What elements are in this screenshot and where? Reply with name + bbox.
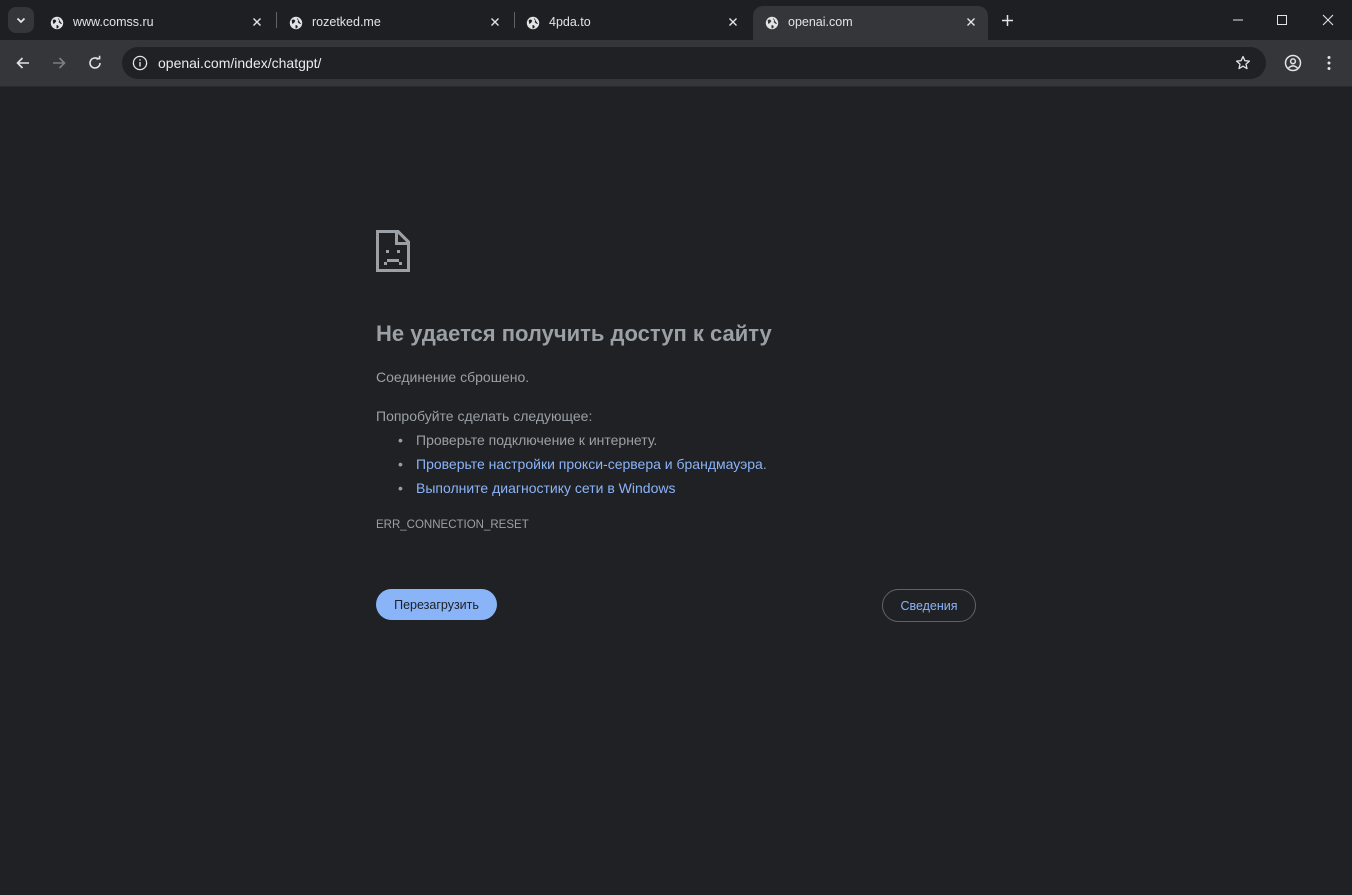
minimize-button[interactable] [1226,8,1250,32]
site-info-button[interactable] [130,53,150,73]
suggestion-proxy-period: . [762,456,767,472]
star-icon [1235,55,1251,70]
globe-icon [289,16,303,30]
tab-title: www.comss.ru [73,15,154,29]
new-tab-button[interactable] [998,11,1016,29]
close-icon [253,18,261,26]
close-icon [729,18,737,26]
maximize-button[interactable] [1270,8,1294,32]
suggestion-check-connection: Проверьте подключение к интернету. [376,430,767,454]
tab-search-button[interactable] [8,7,34,33]
profile-icon [1284,54,1302,72]
close-icon [967,18,975,26]
minimize-icon [1233,19,1243,21]
kebab-menu-icon [1327,56,1331,70]
sad-page-icon [376,230,410,272]
tab-rozetked[interactable]: rozetked.me [277,6,512,40]
error-code: ERR_CONNECTION_RESET [376,519,529,531]
globe-icon [526,16,540,30]
error-heading: Не удается получить доступ к сайту [376,321,772,346]
globe-icon [765,16,779,30]
suggestions-list: Проверьте подключение к интернету. Прове… [376,430,767,502]
info-icon [132,55,148,71]
tab-title: openai.com [788,15,853,29]
close-icon [491,18,499,26]
tab-4pda[interactable]: 4pda.to [514,6,750,40]
forward-button[interactable] [48,52,70,74]
address-bar[interactable]: openai.com/index/chatgpt/ [122,47,1266,79]
details-button[interactable]: Сведения [882,589,976,622]
close-icon [1322,14,1334,26]
address-url[interactable]: openai.com/index/chatgpt/ [158,55,321,71]
reload-icon [89,55,101,69]
tab-strip: www.comss.ru rozetked.me 4pda.to openai.… [0,0,1352,40]
maximize-icon [1277,15,1287,25]
tab-close-icon[interactable] [250,15,264,29]
reload-page-button[interactable]: Перезагрузить [376,589,497,620]
tab-comss[interactable]: www.comss.ru [38,6,273,40]
tab-title: 4pda.to [549,15,591,29]
back-button[interactable] [12,52,34,74]
plus-icon [1001,14,1013,26]
globe-icon [50,16,64,30]
tab-openai[interactable]: openai.com [753,6,988,40]
tab-close-icon[interactable] [488,15,502,29]
window-close-button[interactable] [1316,8,1340,32]
chevron-down-icon [16,17,26,24]
toolbar: openai.com/index/chatgpt/ [0,40,1352,87]
tab-close-icon[interactable] [964,15,978,29]
error-subtitle: Соединение сброшено. [376,369,530,385]
network-diagnostics-link[interactable]: Выполните диагностику сети в Windows [416,480,675,496]
suggestion-diagnostics: Выполните диагностику сети в Windows [376,478,767,502]
tab-close-icon[interactable] [726,15,740,29]
suggestion-proxy: Проверьте настройки прокси-сервера и бра… [376,454,767,478]
menu-button[interactable] [1318,52,1340,74]
bookmark-button[interactable] [1234,54,1252,72]
proxy-settings-link[interactable]: Проверьте настройки прокси-сервера и бра… [416,456,763,472]
tab-title: rozetked.me [312,15,381,29]
suggestions-label: Попробуйте сделать следующее: [376,408,593,424]
arrow-left-icon [16,57,29,69]
profile-button[interactable] [1282,52,1304,74]
arrow-right-icon [53,57,66,69]
reload-button[interactable] [84,52,106,74]
